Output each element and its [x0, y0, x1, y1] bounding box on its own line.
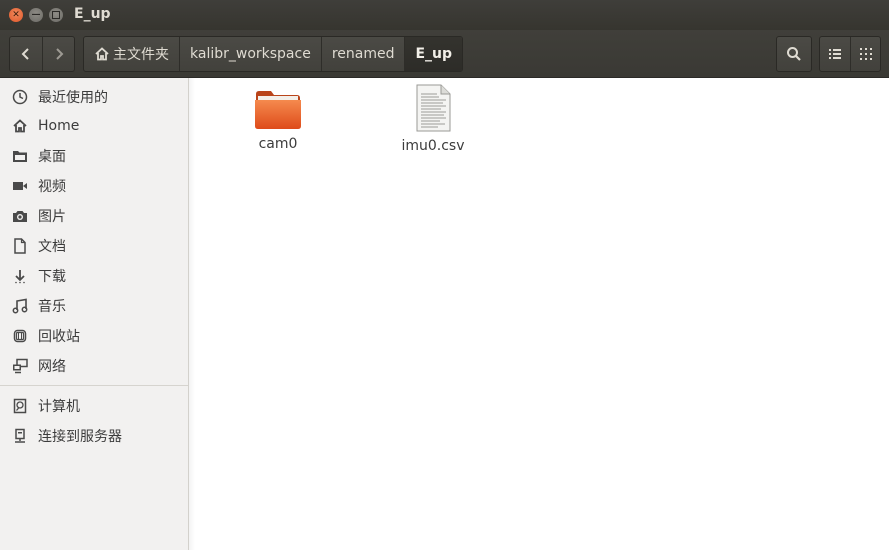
- sidebar-item-network[interactable]: 网络: [0, 352, 188, 380]
- sidebar-item-downloads[interactable]: 下载: [0, 262, 188, 290]
- sidebar-item-desktop[interactable]: 桌面: [0, 142, 188, 170]
- maximize-window-button[interactable]: [49, 8, 63, 22]
- sidebar-item-documents[interactable]: 文档: [0, 232, 188, 260]
- sidebar-item-label: 桌面: [38, 149, 66, 165]
- forward-button[interactable]: [42, 37, 74, 71]
- search-button[interactable]: [777, 37, 811, 71]
- sidebar-item-music[interactable]: 音乐: [0, 292, 188, 320]
- text-file-icon: [416, 84, 451, 132]
- breadcrumb-label: 主文件夹: [113, 47, 169, 63]
- camera-icon: [11, 207, 29, 225]
- maximize-icon: [52, 11, 60, 19]
- sidebar-item-recent[interactable]: 最近使用的: [0, 83, 188, 111]
- list-view-icon: [829, 49, 841, 59]
- sidebar-item-label: 图片: [38, 209, 66, 225]
- sidebar-item-trash[interactable]: 回收站: [0, 322, 188, 350]
- file-view: cam0 imu0.csv: [195, 78, 889, 550]
- sidebar-divider: [0, 385, 188, 386]
- title-bar: ✕ — E_up: [0, 0, 889, 30]
- breadcrumb-home[interactable]: 主文件夹: [84, 37, 179, 71]
- navigation-buttons: [9, 36, 75, 72]
- folder-icon: [255, 91, 301, 129]
- close-window-button[interactable]: ✕: [9, 8, 23, 22]
- grid-view-button[interactable]: [850, 37, 880, 71]
- video-icon: [11, 177, 29, 195]
- sidebar-item-label: 计算机: [38, 399, 80, 415]
- sidebar-item-label: 回收站: [38, 329, 80, 345]
- list-view-button[interactable]: [820, 37, 850, 71]
- search-button-group: [776, 36, 812, 72]
- sidebar-item-label: 下载: [38, 269, 66, 285]
- breadcrumb-label: E_up: [415, 46, 453, 62]
- toolbar: 主文件夹 kalibr_workspace renamed E_up: [0, 30, 889, 78]
- grid-view-icon: [859, 48, 872, 60]
- sidebar-item-pictures[interactable]: 图片: [0, 202, 188, 230]
- view-buttons: [819, 36, 881, 72]
- back-button[interactable]: [10, 37, 42, 71]
- chevron-left-icon: [21, 48, 29, 60]
- file-item-folder[interactable]: cam0: [223, 86, 333, 152]
- computer-icon: [11, 397, 29, 415]
- network-icon: [11, 357, 29, 375]
- music-icon: [11, 297, 29, 315]
- search-icon: [787, 47, 801, 61]
- sidebar-item-label: Home: [38, 118, 80, 134]
- clock-icon: [11, 88, 29, 106]
- breadcrumb-label: kalibr_workspace: [190, 46, 311, 62]
- minimize-window-button[interactable]: —: [29, 8, 43, 22]
- sidebar-item-label: 连接到服务器: [38, 429, 122, 445]
- document-icon: [11, 237, 29, 255]
- sidebar-item-computer[interactable]: 计算机: [0, 392, 188, 420]
- breadcrumb-renamed[interactable]: renamed: [320, 37, 405, 71]
- breadcrumb-e-up[interactable]: E_up: [404, 37, 463, 71]
- close-icon: ✕: [12, 9, 20, 20]
- home-icon: [11, 117, 29, 135]
- chevron-right-icon: [55, 48, 63, 60]
- server-icon: [11, 427, 29, 445]
- sidebar-item-videos[interactable]: 视频: [0, 172, 188, 200]
- sidebar-item-label: 音乐: [38, 299, 66, 315]
- file-name: imu0.csv: [401, 138, 465, 154]
- sidebar-item-label: 文档: [38, 239, 66, 255]
- sidebar-item-label: 最近使用的: [38, 90, 108, 106]
- trash-icon: [11, 327, 29, 345]
- window-title: E_up: [74, 6, 111, 22]
- minimize-icon: —: [31, 9, 41, 20]
- home-icon: [95, 47, 109, 61]
- sidebar-item-home[interactable]: Home: [0, 112, 188, 140]
- sidebar-item-label: 视频: [38, 179, 66, 195]
- sidebar-item-connect-server[interactable]: 连接到服务器: [0, 422, 188, 450]
- sidebar-item-label: 网络: [38, 359, 66, 375]
- file-name: cam0: [258, 136, 298, 152]
- breadcrumb-label: renamed: [331, 46, 395, 62]
- breadcrumb-kalibr-workspace[interactable]: kalibr_workspace: [179, 37, 321, 71]
- download-icon: [11, 267, 29, 285]
- folder-desktop-icon: [11, 147, 29, 165]
- breadcrumb: 主文件夹 kalibr_workspace renamed E_up: [83, 36, 464, 72]
- sidebar: 最近使用的 Home 桌面 视频 图片 文档 下载 音乐 回收站 网络 计算机: [0, 78, 189, 550]
- file-item-csv[interactable]: imu0.csv: [378, 84, 488, 154]
